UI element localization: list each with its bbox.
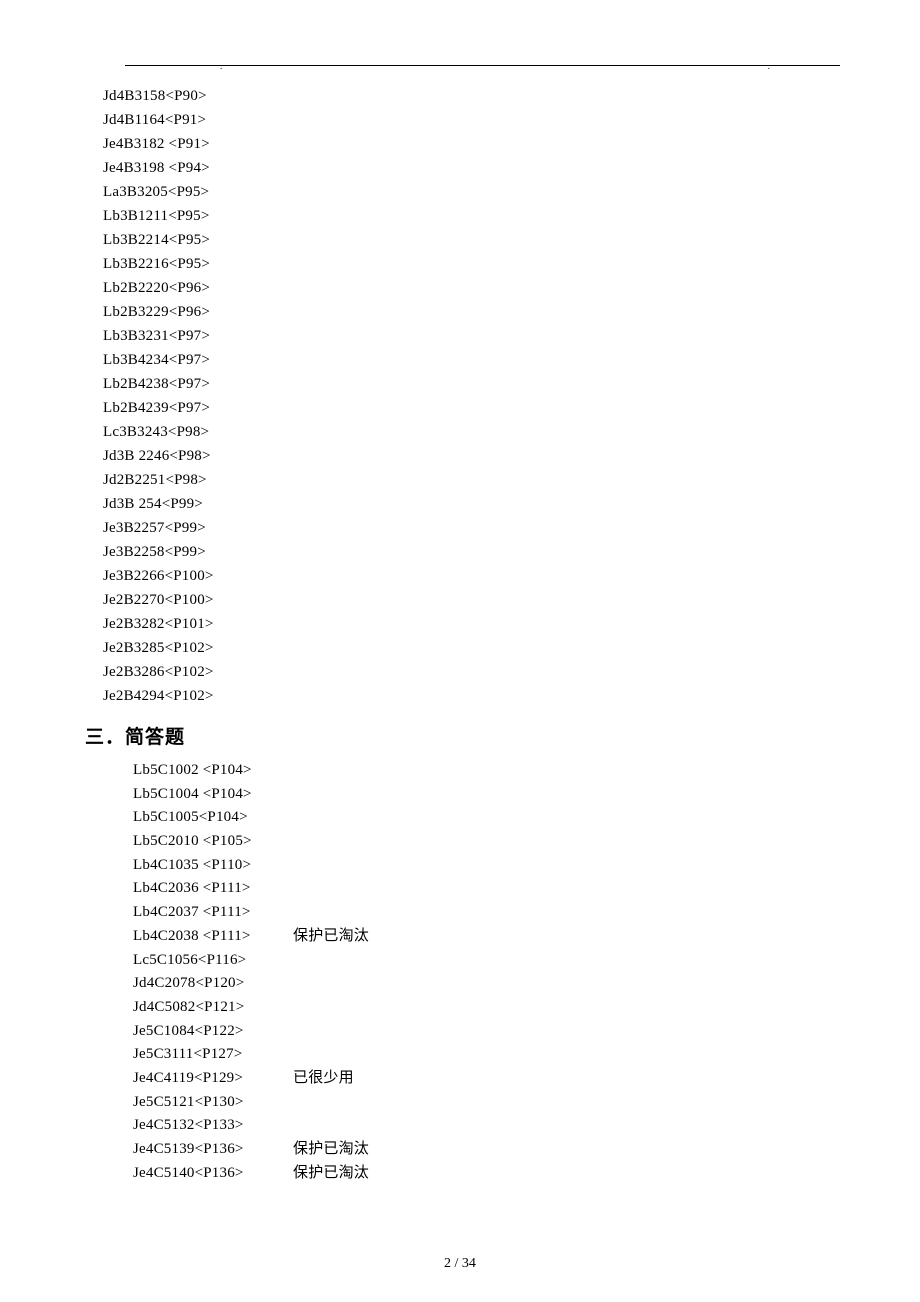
list-item: Jd2B2251<P98>: [103, 468, 835, 492]
item-note: 保护已淘汰: [283, 1162, 369, 1186]
item-code: Lb4C1035 <P110>: [133, 854, 283, 878]
list-item: Lb3B4234<P97>: [103, 348, 835, 372]
item-code: Je4C5140<P136>: [133, 1162, 283, 1186]
header-dot-right: .: [768, 61, 770, 71]
list-item: Je2B2270<P100>: [103, 588, 835, 612]
item-code: Je5C1084<P122>: [133, 1020, 283, 1044]
list-item: Je4B3198 <P94>: [103, 156, 835, 180]
list-item: Lb3B2216<P95>: [103, 252, 835, 276]
item-note: 已很少用: [283, 1067, 354, 1091]
list-item: Je5C1084<P122>: [133, 1020, 835, 1044]
item-code: Lb4C2038 <P111>: [133, 925, 283, 949]
list-item: Je3B2266<P100>: [103, 564, 835, 588]
list-item: Lb4C1035 <P110>: [133, 854, 835, 878]
list-item: La3B3205<P95>: [103, 180, 835, 204]
list-item: Je2B3286<P102>: [103, 660, 835, 684]
header-rule: . .: [125, 65, 840, 66]
list-item: Je5C3111<P127>: [133, 1043, 835, 1067]
list-item: Je4C5139<P136>保护已淘汰: [133, 1138, 835, 1162]
item-code: Lb4C2037 <P111>: [133, 901, 283, 925]
list-item: Lb5C1002 <P104>: [133, 759, 835, 783]
item-code: Je4C5132<P133>: [133, 1114, 283, 1138]
list-item: Jd4B3158<P90>: [103, 84, 835, 108]
item-code: Lb5C1005<P104>: [133, 806, 283, 830]
item-code: Je5C5121<P130>: [133, 1091, 283, 1115]
list-item: Je4C5140<P136> 保护已淘汰: [133, 1162, 835, 1186]
list-item: Je3B2257<P99>: [103, 516, 835, 540]
list-item: Jd4B1164<P91>: [103, 108, 835, 132]
item-code: Je4C4119<P129>: [133, 1067, 283, 1091]
list-item: Lb5C1005<P104>: [133, 806, 835, 830]
list-item: Je2B3282<P101>: [103, 612, 835, 636]
list-item: Je4B3182 <P91>: [103, 132, 835, 156]
item-note: 保护已淘汰: [283, 925, 369, 949]
list-item: Lb3B3231<P97>: [103, 324, 835, 348]
list-item: Lb4C2038 <P111>保护已淘汰: [133, 925, 835, 949]
list-item: Lb4C2037 <P111>: [133, 901, 835, 925]
list-item: Jd4C5082<P121>: [133, 996, 835, 1020]
list-item: Lc5C1056<P116>: [133, 949, 835, 973]
list-item: Lb4C2036 <P111>: [133, 877, 835, 901]
item-code: Lb5C2010 <P105>: [133, 830, 283, 854]
item-note: 保护已淘汰: [283, 1138, 369, 1162]
item-code: Jd4C2078<P120>: [133, 972, 283, 996]
list-item: Lb2B4238<P97>: [103, 372, 835, 396]
item-code: Je5C3111<P127>: [133, 1043, 283, 1067]
list-item: Jd4C2078<P120>: [133, 972, 835, 996]
list-item: Jd3B 254<P99>: [103, 492, 835, 516]
list-item: Je4C4119<P129>已很少用: [133, 1067, 835, 1091]
list-item: Lc3B3243<P98>: [103, 420, 835, 444]
code-list-1: Jd4B3158<P90>Jd4B1164<P91>Je4B3182 <P91>…: [85, 84, 835, 708]
header-dot-left: .: [220, 61, 222, 71]
item-code: Jd4C5082<P121>: [133, 996, 283, 1020]
page-footer: 2 / 34: [0, 1256, 920, 1272]
list-item: Lb5C1004 <P104>: [133, 783, 835, 807]
code-list-2: Lb5C1002 <P104>Lb5C1004 <P104>Lb5C1005<P…: [85, 759, 835, 1185]
list-item: Je4C5132<P133>: [133, 1114, 835, 1138]
section-heading: 三．简答题: [85, 722, 835, 749]
list-item: Lb3B2214<P95>: [103, 228, 835, 252]
list-item: Lb5C2010 <P105>: [133, 830, 835, 854]
item-code: Lc5C1056<P116>: [133, 949, 283, 973]
list-item: Lb2B4239<P97>: [103, 396, 835, 420]
list-item: Lb3B1211<P95>: [103, 204, 835, 228]
list-item: Lb2B3229<P96>: [103, 300, 835, 324]
document-page: . . Jd4B3158<P90>Jd4B1164<P91>Je4B3182 <…: [0, 0, 920, 1302]
list-item: Je5C5121<P130>: [133, 1091, 835, 1115]
item-code: Lb5C1002 <P104>: [133, 759, 283, 783]
list-item: Lb2B2220<P96>: [103, 276, 835, 300]
list-item: Je2B3285<P102>: [103, 636, 835, 660]
list-item: Je3B2258<P99>: [103, 540, 835, 564]
list-item: Je2B4294<P102>: [103, 684, 835, 708]
item-code: Lb5C1004 <P104>: [133, 783, 283, 807]
item-code: Lb4C2036 <P111>: [133, 877, 283, 901]
item-code: Je4C5139<P136>: [133, 1138, 283, 1162]
list-item: Jd3B 2246<P98>: [103, 444, 835, 468]
